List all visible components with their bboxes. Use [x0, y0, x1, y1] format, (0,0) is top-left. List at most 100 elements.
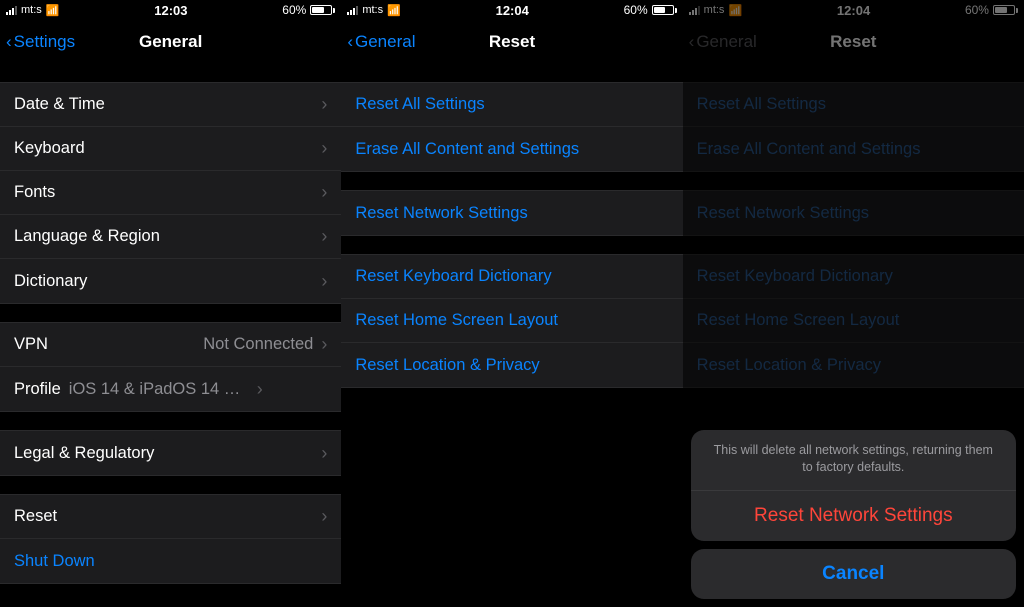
row-legal[interactable]: Legal & Regulatory › — [0, 431, 341, 475]
status-right: 60% — [282, 3, 335, 17]
chevron-right-icon: › — [321, 226, 327, 247]
signal-bars-icon — [689, 6, 700, 15]
row-label: Erase All Content and Settings — [355, 140, 668, 159]
back-button: ‹ General — [689, 20, 757, 64]
screen-general: mt:s 📶 12:03 60% ‹ Settings General Date… — [0, 0, 341, 607]
status-left: mt:s 📶 — [689, 4, 742, 17]
cancel-button[interactable]: Cancel — [691, 549, 1016, 599]
row-reset-location[interactable]: Reset Location & Privacy — [341, 343, 682, 387]
row-value: iOS 14 & iPadOS 14 Beta Softwar... — [69, 380, 249, 399]
row-label: Shut Down — [14, 552, 327, 571]
row-label: Legal & Regulatory — [14, 444, 319, 463]
battery-icon — [652, 5, 677, 15]
row-reset[interactable]: Reset › — [0, 495, 341, 539]
row-label: Reset Location & Privacy — [697, 356, 1010, 375]
row-label: Erase All Content and Settings — [697, 140, 1010, 159]
row-profile[interactable]: Profile iOS 14 & iPadOS 14 Beta Softwar.… — [0, 367, 341, 411]
chevron-left-icon: ‹ — [347, 32, 353, 52]
action-sheet: This will delete all network settings, r… — [691, 430, 1016, 599]
clock: 12:03 — [154, 3, 187, 18]
row-label: Reset Network Settings — [355, 204, 668, 223]
status-bar: mt:s 📶 12:04 60% — [683, 0, 1024, 20]
wifi-icon: 📶 — [46, 4, 60, 17]
status-bar: mt:s 📶 12:04 60% — [341, 0, 682, 20]
screen-reset-confirm: mt:s 📶 12:04 60% ‹ General Reset Reset A… — [683, 0, 1024, 607]
battery-percent: 60% — [965, 3, 989, 17]
row-reset-all[interactable]: Reset All Settings — [341, 83, 682, 127]
signal-bars-icon — [6, 6, 17, 15]
group-legal: Legal & Regulatory › — [0, 430, 341, 476]
row-erase-all[interactable]: Erase All Content and Settings — [341, 127, 682, 171]
status-left: mt:s 📶 — [6, 4, 59, 17]
chevron-right-icon: › — [321, 271, 327, 292]
carrier-label: mt:s — [362, 4, 383, 16]
back-label: General — [355, 32, 415, 52]
wifi-icon: 📶 — [387, 4, 401, 17]
row-vpn[interactable]: VPN Not Connected › — [0, 323, 341, 367]
battery-icon — [993, 5, 1018, 15]
chevron-left-icon: ‹ — [689, 32, 695, 52]
group-reset1: Reset All Settings Erase All Content and… — [683, 82, 1024, 172]
row-label: Reset Keyboard Dictionary — [355, 267, 668, 286]
nav-bar: ‹ General Reset — [341, 20, 682, 64]
row-label: Profile — [14, 380, 61, 399]
chevron-right-icon: › — [321, 182, 327, 203]
back-label: Settings — [14, 32, 75, 52]
row-date-time[interactable]: Date & Time › — [0, 83, 341, 127]
row-label: Reset All Settings — [697, 95, 1010, 114]
row-reset-home: Reset Home Screen Layout — [683, 299, 1024, 343]
row-shutdown[interactable]: Shut Down — [0, 539, 341, 583]
row-label: Reset All Settings — [355, 95, 668, 114]
carrier-label: mt:s — [21, 4, 42, 16]
chevron-right-icon: › — [321, 443, 327, 464]
row-dictionary[interactable]: Dictionary › — [0, 259, 341, 303]
row-reset-keyboard[interactable]: Reset Keyboard Dictionary — [341, 255, 682, 299]
row-reset-network[interactable]: Reset Network Settings — [341, 191, 682, 235]
action-sheet-message: This will delete all network settings, r… — [691, 430, 1016, 491]
chevron-right-icon: › — [321, 506, 327, 527]
group-reset3: Reset Keyboard Dictionary Reset Home Scr… — [341, 254, 682, 388]
clock: 12:04 — [496, 3, 529, 18]
chevron-right-icon: › — [321, 334, 327, 355]
row-label: Reset Keyboard Dictionary — [697, 267, 1010, 286]
wifi-icon: 📶 — [728, 4, 742, 17]
row-label: VPN — [14, 335, 203, 354]
row-fonts[interactable]: Fonts › — [0, 171, 341, 215]
nav-bar: ‹ General Reset — [683, 20, 1024, 64]
row-label: Reset — [14, 507, 319, 526]
group-reset2: Reset Network Settings — [683, 190, 1024, 236]
battery-percent: 60% — [624, 3, 648, 17]
group-reset: Reset › Shut Down — [0, 494, 341, 584]
row-reset-location: Reset Location & Privacy — [683, 343, 1024, 387]
chevron-right-icon: › — [321, 94, 327, 115]
chevron-left-icon: ‹ — [6, 32, 12, 52]
back-button[interactable]: ‹ General — [347, 20, 415, 64]
row-label: Fonts — [14, 183, 319, 202]
nav-bar: ‹ Settings General — [0, 20, 341, 64]
chevron-right-icon: › — [257, 379, 263, 400]
row-value: Not Connected — [203, 335, 313, 354]
row-label: Language & Region — [14, 227, 319, 246]
row-keyboard[interactable]: Keyboard › — [0, 127, 341, 171]
reset-network-confirm-button[interactable]: Reset Network Settings — [691, 491, 1016, 541]
row-language-region[interactable]: Language & Region › — [0, 215, 341, 259]
battery-percent: 60% — [282, 3, 306, 17]
status-bar: mt:s 📶 12:03 60% — [0, 0, 341, 20]
row-reset-home[interactable]: Reset Home Screen Layout — [341, 299, 682, 343]
back-button[interactable]: ‹ Settings — [6, 20, 75, 64]
row-reset-keyboard: Reset Keyboard Dictionary — [683, 255, 1024, 299]
action-sheet-card: This will delete all network settings, r… — [691, 430, 1016, 541]
status-right: 60% — [624, 3, 677, 17]
action-sheet-cancel-card: Cancel — [691, 549, 1016, 599]
row-label: Dictionary — [14, 272, 319, 291]
row-label: Keyboard — [14, 139, 319, 158]
row-erase-all: Erase All Content and Settings — [683, 127, 1024, 171]
group-network: VPN Not Connected › Profile iOS 14 & iPa… — [0, 322, 341, 412]
group-display: Date & Time › Keyboard › Fonts › Languag… — [0, 82, 341, 304]
status-right: 60% — [965, 3, 1018, 17]
clock: 12:04 — [837, 3, 870, 18]
group-reset3: Reset Keyboard Dictionary Reset Home Scr… — [683, 254, 1024, 388]
row-reset-network: Reset Network Settings — [683, 191, 1024, 235]
group-reset1: Reset All Settings Erase All Content and… — [341, 82, 682, 172]
row-reset-all: Reset All Settings — [683, 83, 1024, 127]
